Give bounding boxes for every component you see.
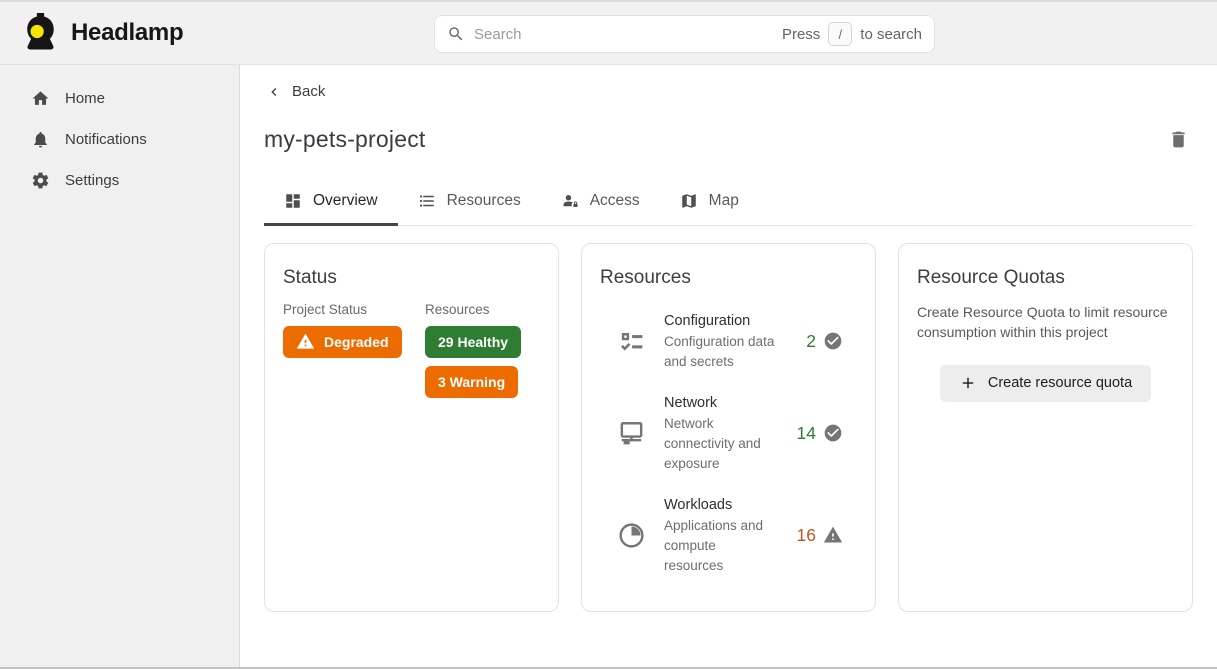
tab-label: Access — [590, 192, 640, 210]
press-label: Press — [782, 26, 820, 43]
resource-name: Workloads — [664, 495, 776, 515]
badge-text: 3 Warning — [438, 374, 505, 390]
resource-count: 2 — [806, 331, 816, 352]
status-card-title: Status — [283, 267, 542, 289]
resource-row-configuration[interactable]: Configuration Configuration data and sec… — [598, 311, 859, 372]
status-card: Status Project Status Degraded Resources — [264, 243, 559, 612]
back-button[interactable]: Back — [264, 79, 331, 104]
sidebar-item-label: Home — [65, 90, 105, 107]
sidebar-item-label: Notifications — [65, 131, 147, 148]
resource-row-workloads[interactable]: Workloads Applications and compute resou… — [598, 495, 859, 576]
tab-overview[interactable]: Overview — [264, 179, 398, 226]
dashboard-icon — [284, 192, 302, 210]
resources-card-title: Resources — [600, 267, 859, 289]
person-lock-icon — [561, 192, 579, 210]
main-content: Back my-pets-project Overview — [240, 65, 1217, 667]
plus-icon — [959, 374, 977, 392]
resource-name: Network — [664, 393, 776, 413]
sidebar-item-settings[interactable]: Settings — [0, 160, 239, 201]
back-label: Back — [292, 83, 325, 100]
project-status-label: Project Status — [283, 302, 405, 317]
resource-count: 16 — [797, 525, 816, 546]
sidebar-item-home[interactable]: Home — [0, 78, 239, 119]
warning-count-badge: 3 Warning — [425, 366, 518, 398]
gear-icon — [31, 171, 50, 190]
badge-text: Degraded — [324, 334, 389, 350]
warning-triangle-icon — [296, 332, 315, 351]
create-resource-quota-button[interactable]: Create resource quota — [940, 365, 1151, 402]
bell-icon — [31, 130, 50, 149]
project-status-badge: Degraded — [283, 326, 402, 358]
headlamp-logo[interactable]: Headlamp — [0, 13, 183, 53]
resource-name: Configuration — [664, 311, 776, 331]
check-circle-icon — [823, 331, 843, 351]
healthy-count-badge: 29 Healthy — [425, 326, 521, 358]
resource-quotas-card: Resource Quotas Create Resource Quota to… — [898, 243, 1193, 612]
quotas-card-title: Resource Quotas — [917, 267, 1176, 289]
app-header: Headlamp Press / to search — [0, 0, 1217, 65]
headlamp-lamp-icon — [22, 13, 59, 53]
resource-description: Applications and compute resources — [664, 516, 776, 576]
resources-card: Resources Configuration Configuration da… — [581, 243, 876, 612]
search-icon — [447, 25, 465, 43]
page-title: my-pets-project — [264, 126, 425, 153]
to-search-label: to search — [860, 26, 922, 43]
list-icon — [418, 192, 436, 210]
quotas-description: Create Resource Quota to limit resource … — [917, 302, 1174, 342]
pie-chart-icon — [617, 521, 646, 550]
resource-description: Network connectivity and exposure — [664, 414, 776, 474]
badge-text: 29 Healthy — [438, 334, 508, 350]
resource-description: Configuration data and secrets — [664, 332, 776, 372]
delete-project-button[interactable] — [1164, 125, 1193, 154]
button-label: Create resource quota — [988, 375, 1132, 391]
tab-label: Resources — [447, 192, 521, 210]
network-icon — [617, 419, 646, 448]
checklist-icon — [617, 327, 646, 356]
sidebar-item-notifications[interactable]: Notifications — [0, 119, 239, 160]
resources-status-label: Resources — [425, 302, 521, 317]
project-tabs: Overview Resources Access Map — [264, 179, 1193, 226]
slash-keycap: / — [828, 22, 852, 46]
check-circle-icon — [823, 423, 843, 443]
brand-name: Headlamp — [71, 19, 183, 47]
tab-access[interactable]: Access — [541, 179, 660, 226]
home-icon — [31, 89, 50, 108]
tab-resources[interactable]: Resources — [398, 179, 541, 226]
search-shortcut-hint: Press / to search — [782, 22, 922, 46]
tab-map[interactable]: Map — [660, 179, 759, 226]
global-search[interactable]: Press / to search — [434, 15, 935, 53]
resource-count: 14 — [797, 423, 816, 444]
map-icon — [680, 192, 698, 210]
warning-triangle-icon — [823, 525, 843, 545]
tab-label: Map — [709, 192, 739, 210]
resource-row-network[interactable]: Network Network connectivity and exposur… — [598, 393, 859, 474]
chevron-left-icon — [266, 84, 282, 100]
trash-icon — [1168, 129, 1189, 150]
sidebar: Home Notifications Settings — [0, 65, 240, 667]
search-input[interactable] — [474, 26, 773, 43]
sidebar-item-label: Settings — [65, 172, 119, 189]
tab-label: Overview — [313, 192, 378, 210]
